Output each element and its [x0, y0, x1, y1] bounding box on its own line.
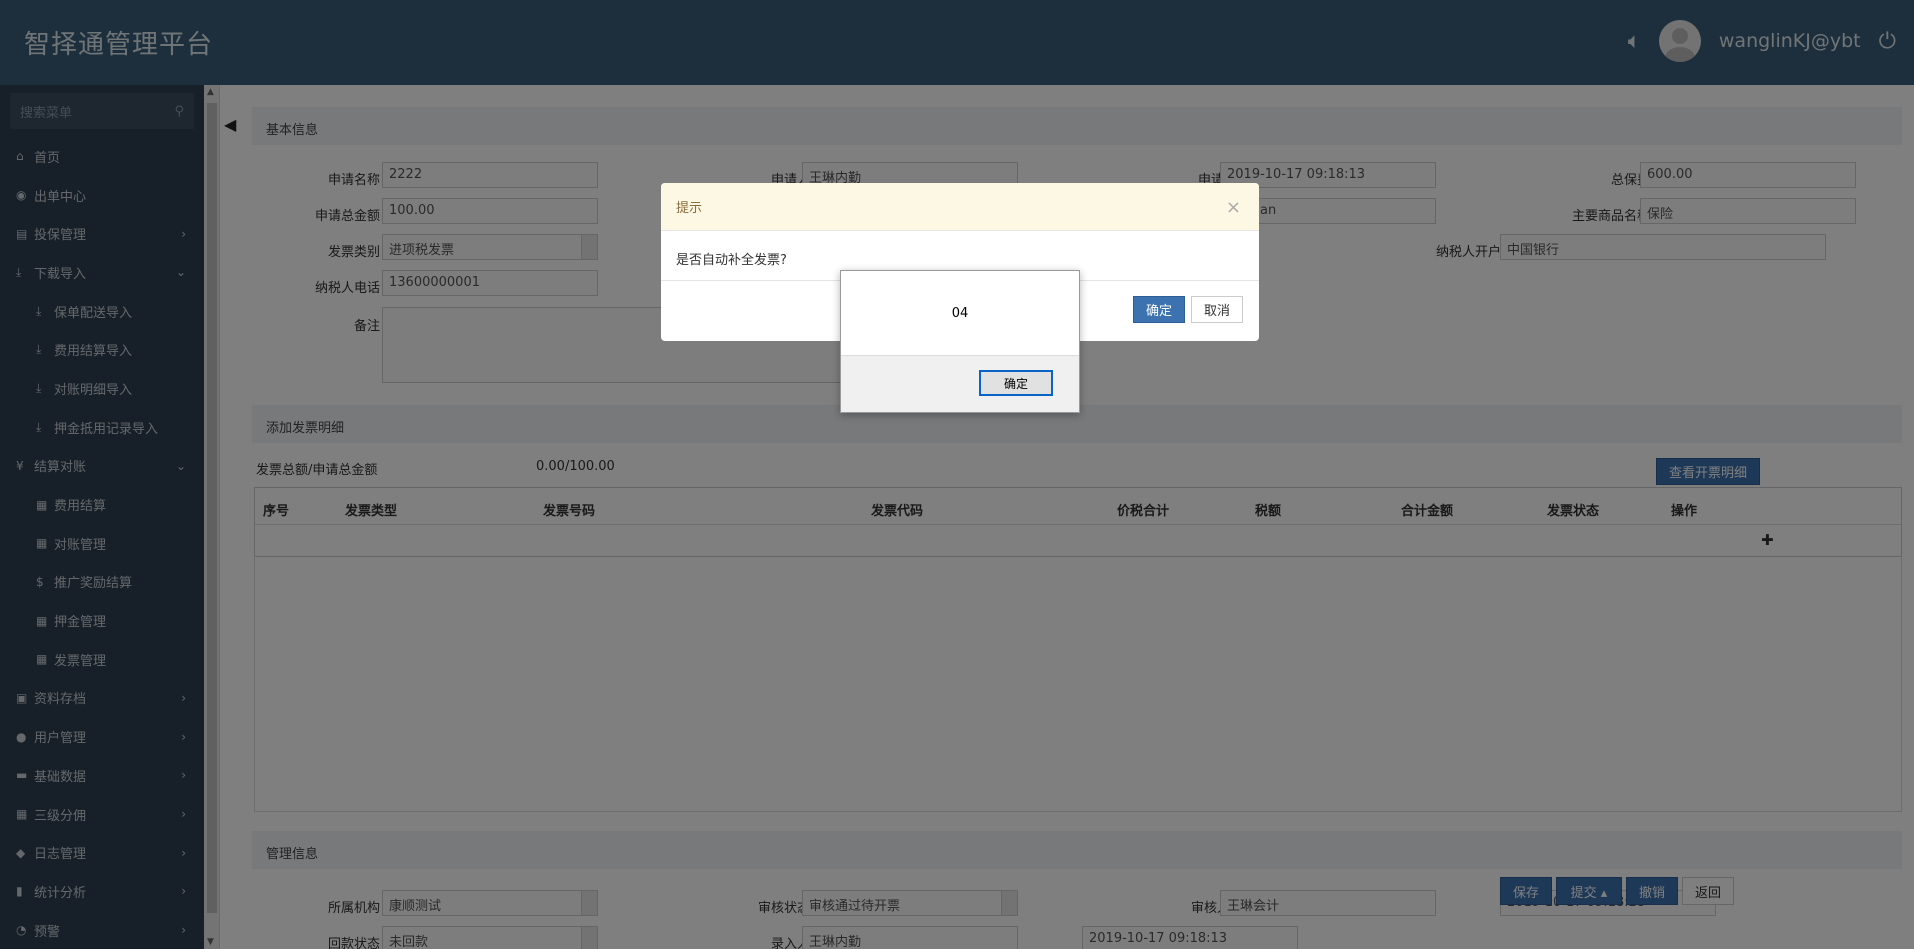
alert-ok-button[interactable]: 确定 — [979, 370, 1053, 396]
close-icon[interactable]: × — [1226, 197, 1241, 218]
modal-cancel-button[interactable]: 取消 — [1191, 296, 1243, 323]
modal-ok-button[interactable]: 确定 — [1133, 296, 1185, 323]
alert-footer: 确定 — [841, 355, 1079, 412]
modal-backdrop[interactable] — [0, 0, 1914, 949]
modal-header: 提示 × — [661, 183, 1259, 231]
alert-message: 04 — [951, 305, 969, 321]
modal-title: 提示 — [676, 201, 703, 216]
alert-dialog: 04 确定 — [840, 270, 1080, 413]
